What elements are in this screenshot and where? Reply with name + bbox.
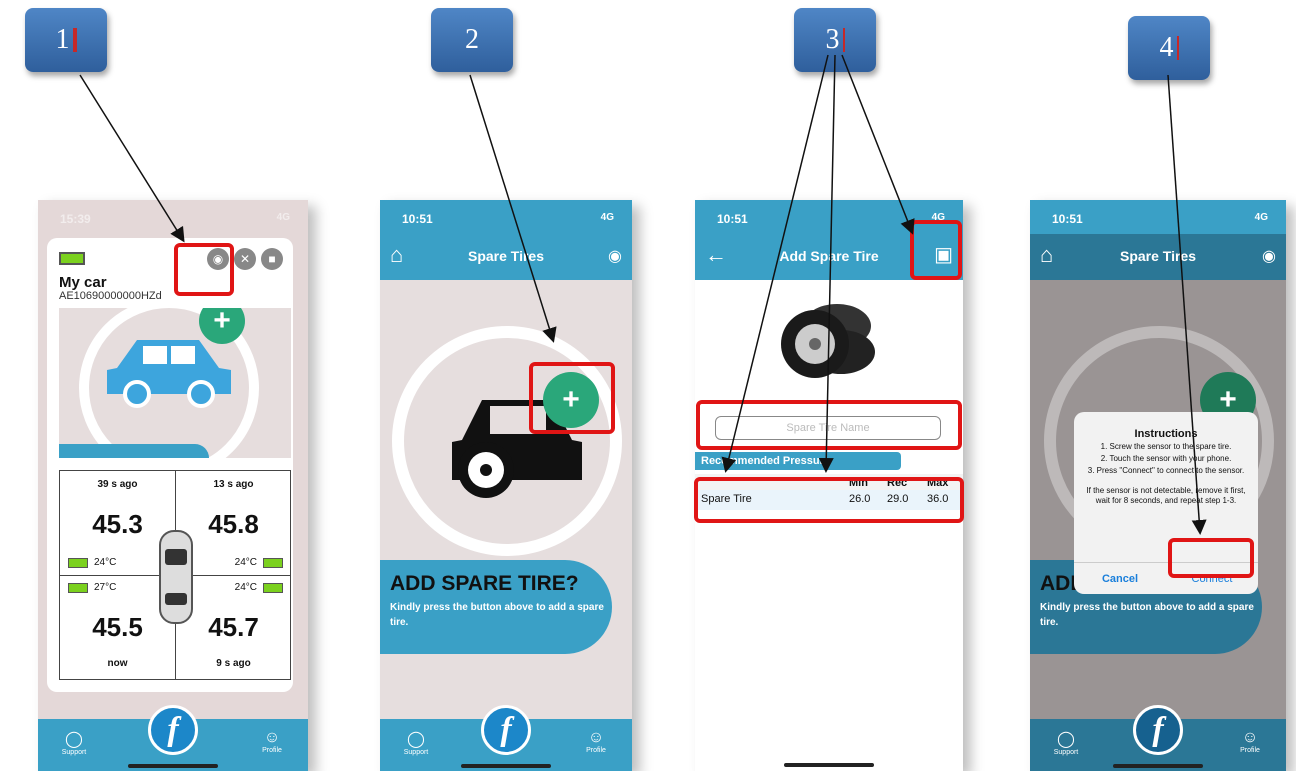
- car-topview-icon: [159, 530, 193, 624]
- tools-icon[interactable]: ✕: [234, 248, 256, 270]
- status-time: 10:51: [717, 212, 748, 226]
- app-logo[interactable]: f: [481, 705, 531, 755]
- tire-age: now: [107, 658, 128, 669]
- nav-support[interactable]: ◯ Support: [1046, 729, 1086, 756]
- battery-icon: [263, 582, 283, 593]
- battery-icon: [263, 557, 283, 568]
- car-name: My car: [59, 274, 107, 291]
- home-indicator: [784, 763, 874, 767]
- highlight-connect-button: [1168, 538, 1254, 578]
- cursor-mark: [72, 28, 77, 52]
- step-badge-1: 1: [25, 8, 107, 72]
- status-time: 10:51: [402, 212, 433, 226]
- tire-grid: 39 s ago 45.3 24°C 13 s ago 45.8 24°C 27…: [59, 470, 291, 680]
- dialog-line: If the sensor is not detectable, remove …: [1086, 486, 1246, 505]
- headset-icon: ◯: [407, 731, 425, 748]
- nav-profile[interactable]: ☺ Profile: [252, 729, 292, 754]
- page-title: Spare Tires: [467, 248, 544, 264]
- app-logo[interactable]: f: [148, 705, 198, 755]
- battery-icon: [68, 557, 88, 568]
- dialog-line: 3. Press "Connect" to connect to the sen…: [1087, 466, 1245, 475]
- spare-tire-icon[interactable]: ◉: [608, 246, 622, 266]
- nav-profile-label: Profile: [1240, 747, 1260, 754]
- nav-support[interactable]: ◯ Support: [54, 729, 94, 756]
- trash-icon[interactable]: ■: [261, 248, 283, 270]
- nav-support-label: Support: [403, 749, 429, 756]
- cursor-mark: [1176, 36, 1179, 60]
- nav-support-label: Support: [61, 749, 87, 756]
- banner-text: Kindly press the button above to add a s…: [390, 602, 604, 628]
- dialog-title: Instructions: [1134, 428, 1198, 440]
- user-icon: ☺: [1241, 729, 1259, 746]
- headset-icon: ◯: [65, 731, 83, 748]
- highlight-pressure-row: [694, 477, 964, 523]
- status-signal: 4G: [600, 212, 614, 223]
- tire-age: 9 s ago: [216, 658, 251, 669]
- app-logo[interactable]: f: [1133, 705, 1183, 755]
- status-time: 10:51: [1052, 212, 1083, 226]
- highlight-save-icon: [910, 220, 962, 280]
- tire-temp: 24°C: [94, 557, 117, 568]
- user-icon: ☺: [263, 729, 281, 746]
- battery-icon: [59, 252, 85, 265]
- cancel-button[interactable]: Cancel: [1074, 563, 1166, 594]
- car-image: +: [59, 308, 291, 458]
- user-icon: ☺: [587, 729, 605, 746]
- spare-tire-icon[interactable]: ◉: [1262, 246, 1276, 266]
- tire-temp: 24°C: [234, 582, 257, 593]
- car-id: AE10690000000HZd: [59, 290, 162, 302]
- step-number: 2: [465, 24, 479, 55]
- phone-screen-2: 10:51 4G ⌂ Spare Tires ◉ + ADD SPARE TIR…: [380, 200, 632, 771]
- step-number: 3: [825, 24, 840, 55]
- highlight-name-field: [696, 400, 962, 450]
- status-bar: 10:51 4G: [1030, 200, 1286, 234]
- status-bar: 10:51 4G: [380, 200, 632, 234]
- phone-screen-4: 10:51 4G ⌂ Spare Tires ◉ + ADD SPARE TIR…: [1030, 200, 1286, 771]
- status-bar: 15:39 4G: [38, 200, 308, 234]
- highlight-spare-icon: [174, 243, 234, 296]
- recommended-pressure-label: Recommended Pressure: [695, 452, 901, 470]
- step-badge-3: 3: [794, 8, 876, 72]
- dialog-line: 1. Screw the sensor to the spare tire.: [1100, 442, 1232, 451]
- nav-profile-label: Profile: [262, 747, 282, 754]
- banner-text: Kindly press the button above to add a s…: [1040, 602, 1254, 628]
- tire-age: 39 s ago: [97, 479, 138, 490]
- tutorial-figure: 1 2 3 4 15:39 4G ◉ ✕ ■ My car AE10690000…: [0, 0, 1296, 771]
- tire-stack-icon: [781, 304, 875, 378]
- tire-temp: 24°C: [234, 557, 257, 568]
- battery-icon: [68, 582, 88, 593]
- cursor-mark: [842, 28, 845, 52]
- highlight-add-button: [529, 362, 615, 434]
- phone-screen-1: 15:39 4G ◉ ✕ ■ My car AE10690000000HZd +: [38, 200, 308, 771]
- car-icon: [107, 340, 231, 408]
- tire-age: 13 s ago: [213, 479, 254, 490]
- tire-temp: 27°C: [94, 582, 117, 593]
- nav-support[interactable]: ◯ Support: [396, 729, 436, 756]
- status-time: 15:39: [60, 212, 91, 226]
- page-title: Spare Tires: [1119, 248, 1196, 264]
- car-card: ◉ ✕ ■ My car AE10690000000HZd + 39 s ago…: [47, 238, 293, 742]
- nav-support-label: Support: [1053, 749, 1079, 756]
- app-bar: ⌂ Spare Tires ◉: [1030, 234, 1286, 280]
- add-spare-banner: ADD SPARE TIRE? Kindly press the button …: [380, 560, 612, 654]
- status-signal: 4G: [1254, 212, 1268, 223]
- step-badge-4: 4: [1128, 16, 1210, 80]
- app-bar: ⌂ Spare Tires ◉: [380, 234, 632, 280]
- status-signal: 4G: [276, 212, 290, 223]
- nav-profile[interactable]: ☺ Profile: [576, 729, 616, 754]
- dialog-line: 2. Touch the sensor with your phone.: [1100, 454, 1232, 463]
- nav-profile-label: Profile: [586, 747, 606, 754]
- nav-profile[interactable]: ☺ Profile: [1230, 729, 1270, 754]
- step-number: 4: [1159, 32, 1174, 63]
- step-number: 1: [55, 24, 70, 55]
- headset-icon: ◯: [1057, 731, 1075, 748]
- banner-title: ADD SPARE TIRE?: [390, 572, 579, 595]
- step-badge-2: 2: [431, 8, 513, 72]
